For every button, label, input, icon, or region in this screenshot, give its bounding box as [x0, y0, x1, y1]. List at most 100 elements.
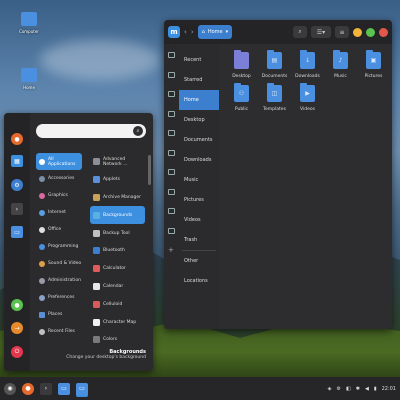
category-internet[interactable]: Internet — [36, 204, 82, 221]
sound-video-icon — [39, 260, 45, 267]
app-archive-manager[interactable]: Archive Manager — [90, 189, 145, 207]
mint-logo-icon[interactable]: m — [168, 26, 180, 38]
search-button[interactable]: ⌕ — [293, 26, 307, 38]
category-places[interactable]: Places — [36, 306, 82, 323]
file-label: Music — [334, 74, 347, 79]
sidebar-item-recent[interactable]: Recent — [179, 50, 219, 70]
desktop-icon-home[interactable]: Home — [14, 68, 44, 91]
settings-icon[interactable]: ⚙ — [337, 386, 341, 392]
back-arrow-icon[interactable]: ‹ — [184, 28, 187, 36]
app-description-text: Change your desktop's background — [66, 355, 146, 360]
app-calculator[interactable]: Calculator — [90, 260, 145, 278]
firefox-icon[interactable]: ● — [22, 382, 34, 395]
sidebar-item-pictures[interactable]: Pictures — [179, 190, 219, 210]
downloads-folder-icon: ↓ — [300, 50, 315, 69]
category-all-applications[interactable]: All Applications — [36, 153, 82, 170]
category-preferences[interactable]: Preferences — [36, 289, 82, 306]
file-label: Documents — [261, 74, 288, 79]
app-applets[interactable]: Applets — [90, 171, 145, 189]
menu-button[interactable]: ≡ — [335, 26, 349, 38]
volume-icon[interactable]: ◀ — [365, 386, 369, 392]
background-cloud — [40, 40, 160, 80]
app-backgrounds[interactable]: Backgrounds — [90, 206, 145, 225]
category-sound-video[interactable]: Sound & Video — [36, 255, 82, 272]
sidebar-item-downloads[interactable]: Downloads — [179, 150, 219, 170]
starred-icon — [168, 71, 175, 78]
location-button[interactable]: ⌂ Home ▾ — [197, 25, 233, 39]
file-item-documents[interactable]: ▤ Documents — [258, 50, 291, 79]
app-celluloid[interactable]: Celluloid — [90, 295, 145, 313]
firefox-icon[interactable]: ● — [11, 133, 23, 145]
taskbar-file-manager-window[interactable]: ▭ — [76, 382, 88, 395]
file-item-downloads[interactable]: ↓ Downloads — [291, 50, 324, 79]
minimize-button[interactable] — [353, 27, 362, 37]
sidebar-item-starred[interactable]: Starred — [179, 70, 219, 90]
pictures-icon — [168, 188, 175, 195]
file-item-desktop[interactable]: Desktop — [225, 50, 258, 79]
files-icon[interactable]: ▭ — [58, 382, 70, 395]
sidebar-item-documents[interactable]: Documents — [179, 130, 219, 150]
sidebar-item-desktop[interactable]: Desktop — [179, 110, 219, 130]
templates-folder-icon: ◫ — [267, 83, 282, 102]
bluetooth-icon[interactable]: ✱ — [356, 386, 360, 392]
desktop-folder-icon — [234, 50, 249, 69]
file-item-music[interactable]: ♪ Music — [324, 50, 357, 79]
system-tray: ◈ ⚙ ◧ ✱ ◀ ▮ 22:01 — [328, 386, 396, 392]
calculator-icon — [93, 265, 100, 273]
accessories-icon — [39, 175, 45, 182]
category-programming[interactable]: Programming — [36, 238, 82, 255]
file-label: Videos — [300, 107, 315, 112]
desktop-icon-computer[interactable]: Computer — [14, 12, 44, 35]
file-item-pictures[interactable]: ▣ Pictures — [357, 50, 390, 79]
terminal-icon[interactable]: › — [11, 203, 23, 215]
sidebar-item-music[interactable]: Music — [179, 170, 219, 190]
apps-grid-icon — [39, 158, 45, 165]
search-icon: ⌕ — [133, 126, 143, 136]
files-icon[interactable]: ▭ — [11, 226, 23, 238]
applets-icon — [93, 176, 100, 184]
app-character-map[interactable]: Character Map — [90, 313, 145, 331]
menu-launcher-icon[interactable]: ◉ — [4, 382, 16, 395]
downloads-icon — [168, 149, 175, 156]
sidebar-item-other-locations[interactable]: Other Locations — [179, 251, 219, 284]
maximize-button[interactable] — [366, 27, 375, 37]
software-manager-icon[interactable]: ▦ — [11, 155, 23, 167]
application-list: Advanced Network ... Applets Archive Man… — [90, 153, 145, 349]
file-item-public[interactable]: ⚇ Public — [225, 83, 258, 112]
app-list-scrollbar[interactable] — [148, 155, 151, 185]
clock[interactable]: 22:01 — [382, 386, 396, 392]
category-recent-files[interactable]: Recent Files — [36, 323, 82, 340]
sidebar-item-trash[interactable]: Trash — [179, 230, 219, 250]
terminal-icon[interactable]: › — [40, 382, 52, 395]
system-settings-icon[interactable]: ⚙ — [11, 179, 23, 191]
backup-icon — [93, 229, 100, 237]
sidebar-item-videos[interactable]: Videos — [179, 210, 219, 230]
battery-icon[interactable]: ▮ — [374, 386, 377, 392]
file-item-templates[interactable]: ◫ Templates — [258, 83, 291, 112]
network-icon[interactable]: ◧ — [346, 386, 351, 392]
category-administration[interactable]: Administration — [36, 272, 82, 289]
logout-icon[interactable]: → — [11, 322, 23, 334]
lock-screen-icon[interactable]: ● — [11, 299, 23, 311]
update-shield-icon[interactable]: ◈ — [328, 386, 332, 392]
public-folder-icon: ⚇ — [234, 83, 249, 102]
category-accessories[interactable]: Accessories — [36, 170, 82, 187]
favorites-bar: ● ▦ ⚙ › ▭ ● → ⏻ — [4, 113, 30, 371]
sidebar-item-home[interactable]: Home — [179, 90, 219, 110]
app-advanced-network[interactable]: Advanced Network ... — [90, 153, 145, 171]
app-calendar[interactable]: Calendar — [90, 278, 145, 296]
forward-arrow-icon[interactable]: › — [191, 28, 194, 36]
category-office[interactable]: Office — [36, 221, 82, 238]
close-button[interactable] — [379, 27, 388, 37]
view-options-button[interactable]: ☰▾ — [311, 26, 331, 38]
power-icon[interactable]: ⏻ — [11, 346, 23, 358]
desktop-icon-label: Computer — [19, 29, 39, 34]
app-colors[interactable]: Colors — [90, 331, 145, 349]
app-bluetooth[interactable]: Bluetooth — [90, 242, 145, 260]
category-graphics[interactable]: Graphics — [36, 187, 82, 204]
home-icon — [168, 91, 175, 97]
menu-search-input[interactable]: ⌕ — [36, 124, 146, 138]
file-item-videos[interactable]: ▶ Videos — [291, 83, 324, 112]
colors-icon — [93, 336, 100, 344]
app-backup-tool[interactable]: Backup Tool — [90, 224, 145, 242]
